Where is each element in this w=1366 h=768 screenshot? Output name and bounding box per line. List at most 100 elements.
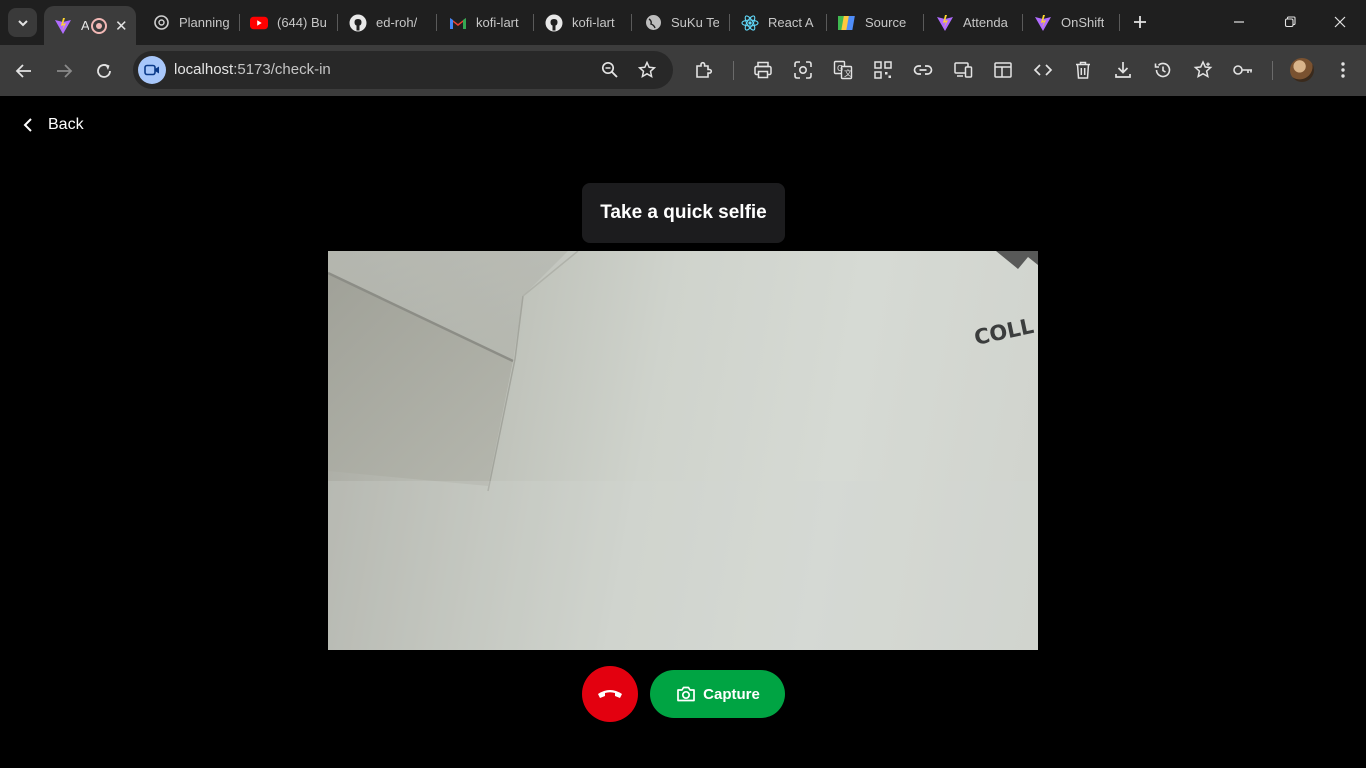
google-lens-button[interactable] [791,58,815,82]
history-icon [1154,62,1171,78]
tab-separator [729,14,730,31]
tab-separator [239,14,240,31]
vite-icon [54,17,72,35]
delete-button[interactable] [1071,58,1095,82]
more-vertical-icon [1341,62,1345,78]
camera-preview: COLL [328,251,1038,650]
tab-separator [1119,14,1120,31]
view-source-button[interactable] [1031,58,1055,82]
print-button[interactable] [751,58,775,82]
close-icon [1334,16,1346,28]
passwords-button[interactable] [1231,58,1255,82]
new-tab-button[interactable] [1128,10,1152,34]
printer-icon [754,61,772,79]
tab-11[interactable]: OnShift [1034,6,1108,39]
end-call-button[interactable] [582,666,638,722]
zoom-button[interactable] [600,60,620,80]
camera-icon [675,683,697,705]
tab-7[interactable]: SuKu Te [644,6,719,39]
cast-button[interactable] [951,58,975,82]
code-icon [1033,64,1053,76]
tab-title: A [81,18,89,33]
check-in-page: Back Take a quick selfie COLL Capture [0,96,1366,768]
menu-button[interactable] [1331,58,1355,82]
browser-toolbar: localhost:5173/check-in G文 [0,45,1366,96]
tab-4[interactable]: ed-roh/ [349,6,425,39]
lens-icon [794,61,812,79]
reload-icon [97,64,111,78]
tab-8[interactable]: React A [741,6,817,39]
tab-separator [533,14,534,31]
back-link[interactable]: Back [18,112,84,138]
restore-button[interactable] [1270,8,1310,36]
zoom-icon [601,61,618,78]
bookmark-button[interactable] [637,60,657,80]
url-host: localhost [174,61,234,78]
extensions-button[interactable] [692,58,716,82]
tab-6[interactable]: kofi-lart [545,6,621,39]
vite-icon [1034,14,1052,32]
tab-title: SuKu Te [671,15,719,30]
plus-icon [1134,16,1146,28]
tab-5[interactable]: kofi-lart [449,6,523,39]
tab-title: kofi-lart [572,15,615,30]
tab-separator [337,14,338,31]
site-info-button[interactable] [138,56,166,84]
svg-text:文: 文 [844,68,852,78]
tab-search-button[interactable] [8,8,37,37]
toolbar-separator [733,61,734,80]
bookmarks-button[interactable] [1191,58,1215,82]
tab-title: Attenda [963,15,1008,30]
star-icon [638,61,656,79]
globe-icon [644,14,662,32]
forward-nav-button[interactable] [50,57,78,85]
tab-2[interactable]: Planning [152,6,230,39]
tab-title: ed-roh/ [376,15,418,30]
tab-separator [1022,14,1023,31]
capture-button[interactable]: Capture [650,670,785,718]
close-window-button[interactable] [1320,8,1360,36]
downloads-button[interactable] [1111,58,1135,82]
tab-9[interactable]: Source [838,6,914,39]
tab-10[interactable]: Attenda [936,6,1012,39]
history-button[interactable] [1151,58,1175,82]
url-text: localhost:5173/check-in [174,61,331,78]
back-label: Back [48,116,84,133]
tab-active[interactable]: A ✕ [44,6,136,45]
capture-label: Capture [703,685,760,703]
recording-icon [91,17,107,34]
copy-link-button[interactable] [911,58,935,82]
close-tab-icon[interactable]: ✕ [115,17,128,35]
puzzle-icon [696,61,713,78]
tab-title: React A [768,15,814,30]
address-bar[interactable]: localhost:5173/check-in [133,51,673,89]
qr-code-button[interactable] [871,58,895,82]
minimize-button[interactable] [1219,8,1259,36]
chevron-down-icon [17,19,28,26]
vite-icon [936,14,954,32]
video-camera-icon [144,64,159,76]
minimize-icon [1234,21,1244,23]
chatgpt-icon [152,14,170,32]
tab-3[interactable]: (644) Bu [250,6,328,39]
url-path: :5173/check-in [233,61,331,78]
tab-strip: A ✕ Planning (644) Bu ed-roh/ kofi-lart … [0,0,1366,45]
reload-button[interactable] [90,57,118,85]
translate-button[interactable]: G文 [831,58,855,82]
side-panel-button[interactable] [991,58,1015,82]
toolbar-separator [1272,61,1273,80]
chevron-left-icon [18,115,38,135]
layout-icon [994,62,1012,78]
tab-separator [923,14,924,31]
profile-avatar[interactable] [1290,58,1314,82]
react-icon [741,14,759,32]
tab-title: Source [865,15,907,30]
key-icon [1233,65,1252,75]
trash-icon [1076,61,1090,79]
github-icon [545,14,563,32]
phone-hangup-icon [598,690,622,698]
gmail-icon [449,14,467,32]
back-nav-button[interactable] [10,57,38,85]
star-icon [1193,60,1213,79]
tab-title: OnShift [1061,15,1105,30]
